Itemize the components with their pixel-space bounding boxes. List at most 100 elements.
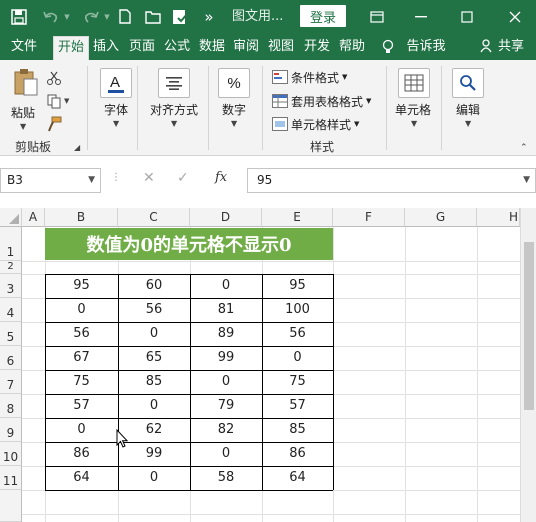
editing-dropdown-icon[interactable]: ▼	[465, 119, 471, 128]
lightbulb-icon[interactable]	[380, 33, 396, 60]
share-person-icon[interactable]	[478, 33, 494, 60]
cell-styles-button[interactable]: 单元格样式 ▼	[272, 114, 359, 134]
tab-view[interactable]: 视图	[266, 33, 296, 60]
cancel-icon[interactable]: ✕	[143, 170, 155, 186]
new-file-icon[interactable]	[116, 0, 134, 33]
table-cell[interactable]: 57	[262, 394, 333, 418]
table-cell[interactable]: 0	[190, 274, 262, 298]
table-cell[interactable]: 0	[190, 442, 262, 466]
editing-label[interactable]: 编辑	[456, 101, 480, 118]
cells-label[interactable]: 单元格	[395, 101, 431, 118]
worksheet-grid[interactable]: A B C D E F G H 1 2 3 4 5 6 7 8 9 10 11 …	[0, 208, 536, 522]
cut-icon[interactable]	[46, 68, 62, 88]
tab-home[interactable]: 开始	[53, 36, 89, 60]
table-cell[interactable]: 85	[118, 370, 190, 394]
tab-data[interactable]: 数据	[197, 33, 227, 60]
table-cell[interactable]: 0	[118, 322, 190, 346]
tab-developer[interactable]: 开发	[301, 33, 333, 60]
copy-icon[interactable]: ▼	[46, 91, 69, 111]
quick-access-icon[interactable]	[170, 0, 192, 33]
formula-expand-icon[interactable]: ▼	[523, 169, 530, 192]
font-dropdown-icon[interactable]: ▼	[113, 119, 119, 128]
table-cell[interactable]: 86	[262, 442, 333, 466]
redo-icon[interactable]	[80, 0, 102, 33]
undo-icon[interactable]	[40, 0, 62, 33]
font-icon[interactable]: A	[100, 68, 132, 98]
table-cell[interactable]: 99	[190, 346, 262, 370]
cells-icon[interactable]	[398, 68, 430, 98]
format-as-table-button[interactable]: 套用表格格式 ▼	[272, 91, 371, 111]
tab-formulas[interactable]: 公式	[162, 33, 192, 60]
name-box[interactable]: B3 ▼	[0, 168, 101, 193]
login-button[interactable]: 登录	[300, 5, 346, 27]
paste-label[interactable]: 粘贴	[11, 104, 35, 121]
table-cell[interactable]: 89	[190, 322, 262, 346]
insert-function-icon[interactable]: fx	[215, 170, 227, 185]
scrollbar-thumb[interactable]	[524, 242, 534, 410]
more-commands-icon[interactable]: »	[200, 0, 218, 33]
redo-dropdown-icon[interactable]: ▼	[102, 0, 112, 33]
search-icon[interactable]	[452, 68, 484, 98]
alignment-label[interactable]: 对齐方式	[150, 101, 198, 118]
table-cell[interactable]: 64	[262, 466, 333, 490]
table-cell[interactable]: 86	[45, 442, 118, 466]
table-cell[interactable]: 0	[45, 298, 118, 322]
table-cell[interactable]: 57	[45, 394, 118, 418]
tell-me-search[interactable]: 告诉我	[404, 33, 448, 60]
table-cell[interactable]: 100	[262, 298, 333, 322]
ribbon-display-icon[interactable]	[366, 0, 388, 33]
table-cell[interactable]: 75	[45, 370, 118, 394]
table-cell[interactable]: 65	[118, 346, 190, 370]
table-cell[interactable]: 82	[190, 418, 262, 442]
table-cell[interactable]: 0	[118, 466, 190, 490]
save-icon[interactable]	[8, 0, 30, 33]
name-box-dropdown-icon[interactable]: ▼	[88, 169, 95, 192]
enter-icon[interactable]: ✓	[177, 170, 189, 186]
tab-page-layout[interactable]: 页面	[126, 33, 158, 60]
open-folder-icon[interactable]	[142, 0, 164, 33]
table-cell[interactable]: 79	[190, 394, 262, 418]
formula-input[interactable]: 95 ▼	[247, 168, 536, 193]
number-label[interactable]: 数字	[222, 101, 246, 118]
tab-review[interactable]: 审阅	[231, 33, 261, 60]
clipboard-launcher-icon[interactable]: ◢	[74, 143, 80, 152]
tab-help[interactable]: 帮助	[337, 33, 367, 60]
table-cell[interactable]: 0	[118, 394, 190, 418]
format-painter-icon[interactable]	[46, 114, 62, 134]
table-cell[interactable]: 58	[190, 466, 262, 490]
paste-dropdown-icon[interactable]: ▼	[20, 122, 26, 131]
undo-dropdown-icon[interactable]: ▼	[62, 0, 72, 33]
table-cell[interactable]: 81	[190, 298, 262, 322]
number-format-icon[interactable]: %	[218, 68, 250, 98]
table-cell[interactable]: 56	[118, 298, 190, 322]
table-cell[interactable]: 75	[262, 370, 333, 394]
table-cell[interactable]: 60	[118, 274, 190, 298]
number-dropdown-icon[interactable]: ▼	[231, 119, 237, 128]
font-label[interactable]: 字体	[104, 101, 128, 118]
table-cell[interactable]: 56	[262, 322, 333, 346]
collapse-ribbon-icon[interactable]: ⌃	[520, 143, 528, 153]
table-cell[interactable]: 95	[45, 274, 118, 298]
table-cell[interactable]: 85	[262, 418, 333, 442]
tab-file[interactable]: 文件	[6, 33, 42, 60]
vertical-scrollbar[interactable]	[520, 208, 536, 522]
table-cell[interactable]: 0	[262, 346, 333, 370]
table-cell[interactable]: 95	[262, 274, 333, 298]
maximize-icon[interactable]	[456, 0, 478, 33]
paste-icon[interactable]	[10, 68, 42, 98]
table-cell[interactable]: 0	[45, 418, 118, 442]
share-button[interactable]: 共享	[496, 33, 526, 60]
tab-insert[interactable]: 插入	[91, 33, 121, 60]
cells-dropdown-icon[interactable]: ▼	[411, 119, 417, 128]
table-cell[interactable]: 0	[190, 370, 262, 394]
close-icon[interactable]	[504, 0, 526, 33]
table-cell[interactable]: 67	[45, 346, 118, 370]
minimize-icon[interactable]	[410, 0, 432, 33]
table-cell[interactable]: 99	[118, 442, 190, 466]
table-cell[interactable]: 62	[118, 418, 190, 442]
alignment-icon[interactable]	[158, 68, 190, 98]
table-cell[interactable]: 64	[45, 466, 118, 490]
table-cell[interactable]: 56	[45, 322, 118, 346]
alignment-dropdown-icon[interactable]: ▼	[171, 119, 177, 128]
conditional-format-button[interactable]: 条件格式 ▼	[272, 67, 347, 87]
